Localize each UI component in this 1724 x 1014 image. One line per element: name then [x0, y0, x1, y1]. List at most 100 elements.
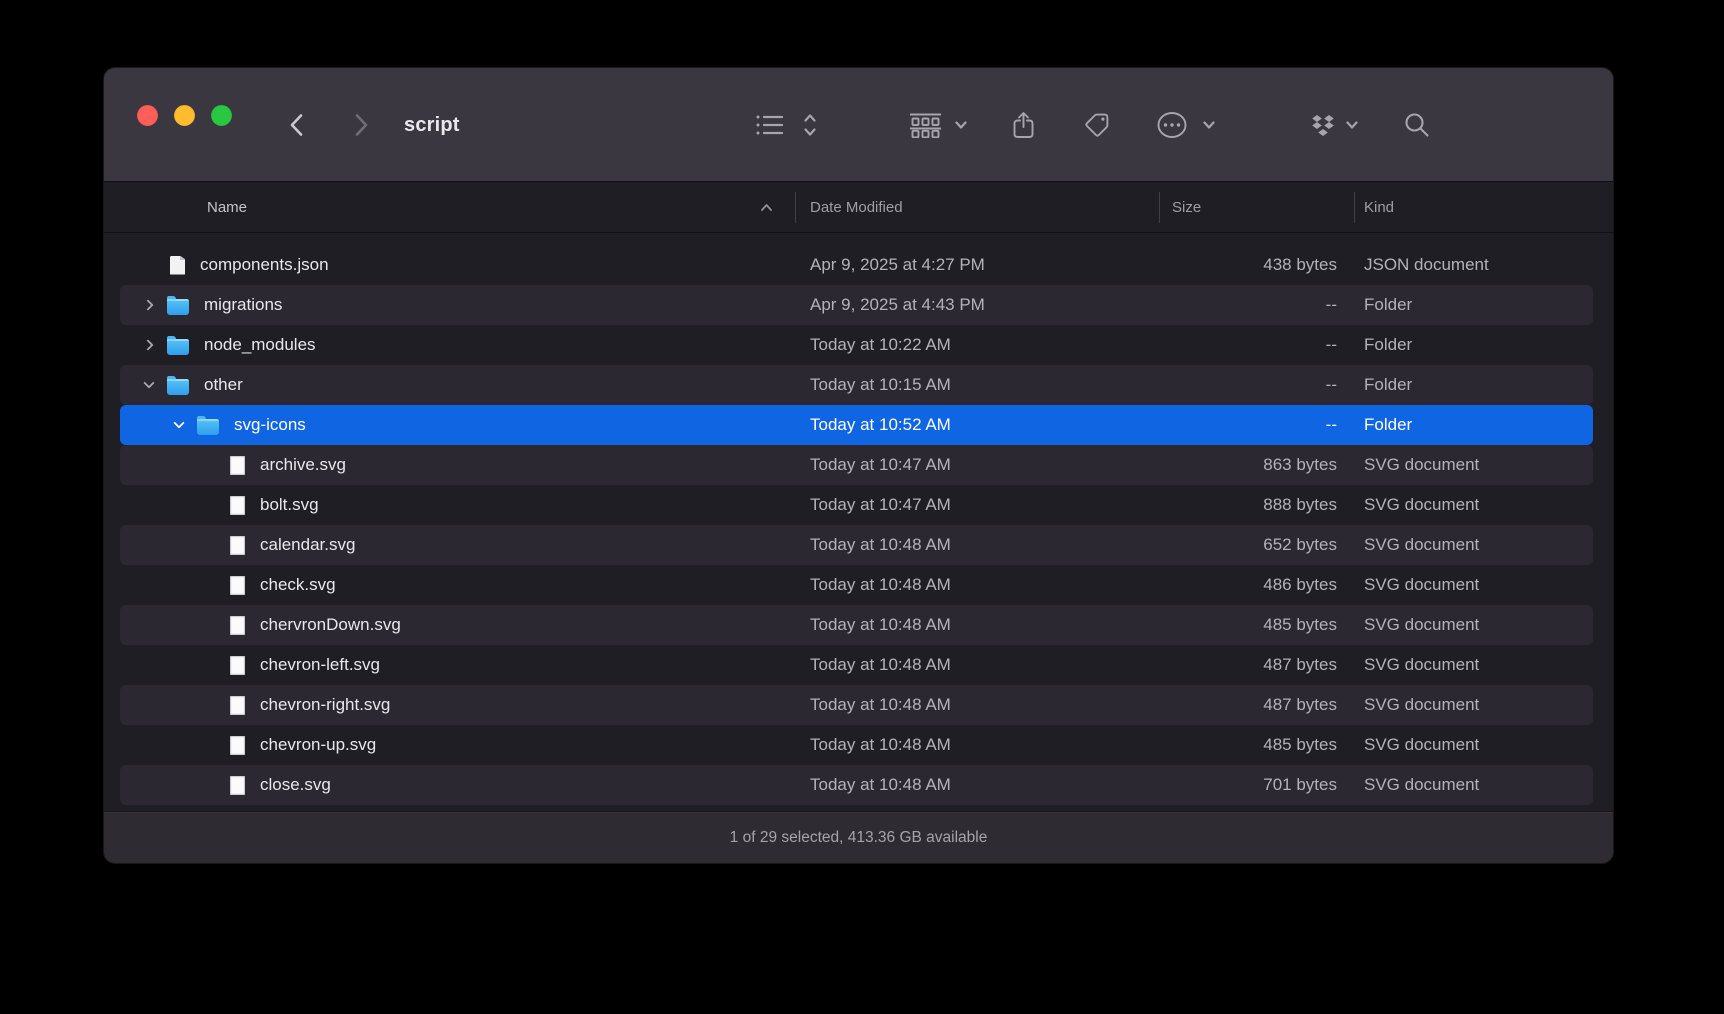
file-size: 487 bytes — [1159, 695, 1354, 715]
file-size: 486 bytes — [1159, 575, 1354, 595]
column-header-size[interactable]: Size — [1159, 182, 1354, 232]
more-options-chevron-icon[interactable] — [1202, 68, 1216, 182]
column-divider[interactable] — [1354, 192, 1355, 223]
file-row-calendar.svg[interactable]: calendar.svg Today at 10:48 AM 652 bytes… — [120, 525, 1593, 565]
file-date-modified: Today at 10:48 AM — [795, 735, 1159, 755]
file-date-modified: Today at 10:48 AM — [795, 535, 1159, 555]
file-kind: SVG document — [1354, 455, 1593, 475]
file-size: 652 bytes — [1159, 535, 1354, 555]
name-cell: other — [120, 375, 795, 395]
file-size: 485 bytes — [1159, 615, 1354, 635]
file-date-modified: Today at 10:15 AM — [795, 375, 1159, 395]
status-text: 1 of 29 selected, 413.36 GB available — [730, 829, 988, 847]
file-row-node_modules[interactable]: node_modules Today at 10:22 AM -- Folder — [120, 325, 1593, 365]
tag-icon[interactable] — [1084, 68, 1110, 182]
disclosure-icon[interactable] — [136, 335, 162, 355]
file-row-migrations[interactable]: migrations Apr 9, 2025 at 4:43 PM -- Fol… — [120, 285, 1593, 325]
folder-icon — [167, 379, 189, 395]
json-document-icon — [170, 256, 185, 275]
file-date-modified: Today at 10:22 AM — [795, 335, 1159, 355]
file-date-modified: Today at 10:47 AM — [795, 455, 1159, 475]
back-icon[interactable] — [289, 68, 304, 182]
disclosure-icon[interactable] — [166, 415, 192, 435]
file-date-modified: Apr 9, 2025 at 4:27 PM — [795, 255, 1159, 275]
file-name: calendar.svg — [260, 535, 355, 555]
file-size: -- — [1159, 335, 1354, 355]
name-cell: svg-icons — [120, 415, 795, 435]
sort-ascending-icon — [760, 203, 773, 212]
zoom-window-button[interactable] — [211, 105, 232, 126]
file-row-components.json[interactable]: components.json Apr 9, 2025 at 4:27 PM 4… — [120, 245, 1593, 285]
column-header-kind[interactable]: Kind — [1354, 182, 1593, 232]
disclosure-icon[interactable] — [136, 375, 162, 395]
file-date-modified: Today at 10:48 AM — [795, 775, 1159, 795]
file-date-modified: Today at 10:48 AM — [795, 575, 1159, 595]
column-label-date: Date Modified — [810, 199, 903, 216]
file-name: chevron-up.svg — [260, 735, 376, 755]
file-name: bolt.svg — [260, 495, 319, 515]
dropbox-icon[interactable] — [1309, 68, 1337, 182]
file-kind: Folder — [1354, 375, 1593, 395]
file-name: chevron-left.svg — [260, 655, 380, 675]
name-cell: node_modules — [120, 335, 795, 355]
more-options-icon[interactable] — [1156, 68, 1188, 182]
file-kind: SVG document — [1354, 695, 1593, 715]
list-view-icon[interactable] — [756, 68, 783, 182]
folder-icon — [197, 419, 219, 435]
disclosure-icon[interactable] — [136, 295, 162, 315]
file-row-chervronDown.svg[interactable]: chervronDown.svg Today at 10:48 AM 485 b… — [120, 605, 1593, 645]
file-row-archive.svg[interactable]: archive.svg Today at 10:47 AM 863 bytes … — [120, 445, 1593, 485]
name-cell: calendar.svg — [120, 535, 795, 555]
file-row-chevron-left.svg[interactable]: chevron-left.svg Today at 10:48 AM 487 b… — [120, 645, 1593, 685]
name-cell: chervronDown.svg — [120, 615, 795, 635]
view-sort-chevrons-icon[interactable] — [803, 68, 817, 182]
file-row-chevron-right.svg[interactable]: chevron-right.svg Today at 10:48 AM 487 … — [120, 685, 1593, 725]
file-date-modified: Today at 10:47 AM — [795, 495, 1159, 515]
file-row-check.svg[interactable]: check.svg Today at 10:48 AM 486 bytes SV… — [120, 565, 1593, 605]
file-kind: SVG document — [1354, 495, 1593, 515]
svg-document-icon — [230, 776, 245, 795]
name-cell: chevron-up.svg — [120, 735, 795, 755]
file-row-svg-icons[interactable]: svg-icons Today at 10:52 AM -- Folder — [120, 405, 1593, 445]
dropbox-chevron-icon[interactable] — [1345, 68, 1359, 182]
file-name: chervronDown.svg — [260, 615, 401, 635]
file-name: components.json — [200, 255, 329, 275]
file-row-close.svg[interactable]: close.svg Today at 10:48 AM 701 bytes SV… — [120, 765, 1593, 805]
file-kind: JSON document — [1354, 255, 1593, 275]
file-date-modified: Apr 9, 2025 at 4:43 PM — [795, 295, 1159, 315]
forward-icon[interactable] — [354, 68, 369, 182]
window-title: script — [404, 68, 460, 182]
file-size: -- — [1159, 415, 1354, 435]
group-view-icon[interactable] — [909, 68, 942, 182]
column-divider[interactable] — [1159, 192, 1160, 223]
name-cell: check.svg — [120, 575, 795, 595]
search-icon[interactable] — [1404, 68, 1430, 182]
minimize-window-button[interactable] — [174, 105, 195, 126]
file-row-bolt.svg[interactable]: bolt.svg Today at 10:47 AM 888 bytes SVG… — [120, 485, 1593, 525]
close-window-button[interactable] — [137, 105, 158, 126]
file-name: close.svg — [260, 775, 331, 795]
file-row-other[interactable]: other Today at 10:15 AM -- Folder — [120, 365, 1593, 405]
file-date-modified: Today at 10:48 AM — [795, 695, 1159, 715]
column-header-name[interactable]: Name — [120, 182, 795, 232]
file-kind: SVG document — [1354, 615, 1593, 635]
file-date-modified: Today at 10:52 AM — [795, 415, 1159, 435]
file-size: 485 bytes — [1159, 735, 1354, 755]
folder-icon — [167, 299, 189, 315]
column-header: Name Date Modified Size Kind — [104, 182, 1613, 233]
column-header-date[interactable]: Date Modified — [795, 182, 1159, 232]
file-name: check.svg — [260, 575, 336, 595]
file-list: components.json Apr 9, 2025 at 4:27 PM 4… — [104, 234, 1613, 811]
file-kind: Folder — [1354, 295, 1593, 315]
file-row-chevron-up.svg[interactable]: chevron-up.svg Today at 10:48 AM 485 byt… — [120, 725, 1593, 765]
share-icon[interactable] — [1012, 68, 1035, 182]
file-kind: Folder — [1354, 415, 1593, 435]
file-size: 888 bytes — [1159, 495, 1354, 515]
column-divider[interactable] — [795, 192, 796, 223]
file-size: 487 bytes — [1159, 655, 1354, 675]
group-view-chevron-icon[interactable] — [954, 68, 968, 182]
file-size: 438 bytes — [1159, 255, 1354, 275]
file-kind: SVG document — [1354, 735, 1593, 755]
file-size: -- — [1159, 375, 1354, 395]
finder-window: script — [104, 68, 1613, 863]
